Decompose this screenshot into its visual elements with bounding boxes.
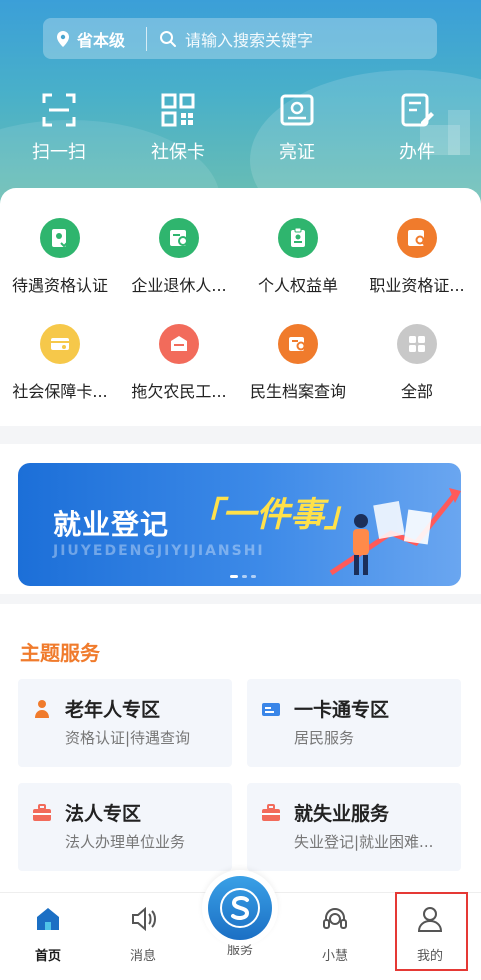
theme-card-legal-person[interactable]: 法人专区 法人办理单位业务 — [18, 783, 232, 871]
search-icon — [160, 30, 176, 47]
location-pin-icon — [57, 30, 69, 47]
service-item[interactable]: 拖欠农民工... — [119, 324, 239, 402]
service-logo-icon — [208, 876, 272, 940]
pagination-dot-active — [230, 575, 238, 578]
service-center-button[interactable] — [202, 870, 278, 946]
briefcase-icon — [262, 804, 280, 821]
theme-card-one-card[interactable]: 一卡通专区 居民服务 — [247, 679, 461, 767]
theme-card-subtitle: 法人办理单位业务 — [65, 833, 186, 851]
section-title: 主题服务 — [20, 641, 100, 665]
banner-section: 就业登记 「一件事」 JIUYEDENGJIYIJIANSHI — [0, 444, 481, 594]
service-item[interactable]: 职业资格证... — [357, 218, 477, 296]
certification-icon — [52, 229, 70, 248]
search-placeholder: 请输入搜索关键字 — [185, 30, 314, 50]
service-label: 拖欠农民工... — [131, 382, 227, 401]
quick-action-label: 亮证 — [279, 142, 315, 163]
card-icon — [51, 338, 69, 350]
service-item[interactable]: 个人权益单 — [238, 218, 358, 296]
service-label: 民生档案查询 — [249, 382, 346, 401]
theme-card-title: 法人专区 — [65, 803, 142, 825]
service-item[interactable]: 社会保障卡... — [0, 324, 120, 402]
quick-action-handle-case[interactable]: 办件 — [377, 92, 457, 164]
theme-services: 主题服务 老年人专区 资格认证|待遇查询 一卡通专区 居民服务 法人专区 法人办… — [0, 604, 481, 904]
qr-code-icon — [161, 93, 195, 127]
banner-subtitle: JIUYEDENGJIYIJIANSHI — [53, 543, 265, 559]
card-icon — [262, 703, 280, 716]
promo-banner[interactable]: 就业登记 「一件事」 JIUYEDENGJIYIJIANSHI — [18, 463, 461, 586]
tab-label: 小慧 — [321, 949, 348, 964]
location-label: 省本级 — [77, 30, 126, 50]
search-input[interactable]: 请输入搜索关键字 — [159, 27, 313, 51]
service-label: 个人权益单 — [257, 276, 338, 295]
service-label: 职业资格证... — [369, 276, 465, 295]
tab-messages[interactable]: 消息 — [113, 905, 173, 964]
quick-action-scan[interactable]: 扫一扫 — [19, 92, 99, 164]
search-bar[interactable]: 省本级 请输入搜索关键字 — [43, 18, 437, 59]
service-label: 待遇资格认证 — [11, 276, 108, 295]
selection-highlight — [395, 892, 468, 971]
pagination-dot — [251, 575, 256, 578]
theme-card-employment[interactable]: 就失业服务 失业登记|就业困难... — [247, 783, 461, 871]
tab-xiaohui[interactable]: 小慧 — [305, 905, 365, 964]
quick-action-show-certificate[interactable]: 亮证 — [257, 92, 337, 164]
elderly-icon — [35, 700, 49, 718]
archive-search-icon — [289, 337, 306, 351]
briefcase-icon — [33, 804, 51, 821]
service-item-all[interactable]: 全部 — [357, 324, 477, 402]
tab-home[interactable]: 首页 — [18, 905, 78, 964]
quick-action-social-card[interactable]: 社保卡 — [138, 92, 218, 164]
theme-card-elderly[interactable]: 老年人专区 资格认证|待遇查询 — [18, 679, 232, 767]
theme-card-subtitle: 居民服务 — [294, 729, 355, 747]
service-icon-bg — [278, 218, 318, 258]
service-item[interactable]: 企业退休人... — [119, 218, 239, 296]
service-icon-bg — [397, 218, 437, 258]
banner-pagination — [230, 575, 256, 578]
headset-icon — [323, 908, 347, 929]
retiree-icon — [170, 230, 188, 246]
banner-illustration — [329, 488, 461, 576]
quick-action-label: 扫一扫 — [32, 142, 86, 163]
header-hero: 省本级 请输入搜索关键字 扫一扫 社保卡 亮证 办件 — [0, 0, 481, 210]
theme-card-title: 老年人专区 — [65, 699, 161, 721]
location-selector[interactable]: 省本级 — [43, 27, 146, 51]
speaker-icon — [132, 906, 156, 932]
service-icon-bg — [159, 218, 199, 258]
license-search-icon — [408, 230, 426, 246]
service-icon-bg — [159, 324, 199, 364]
certificate-icon — [280, 94, 314, 126]
service-label: 社会保障卡... — [12, 382, 108, 401]
tab-label: 消息 — [129, 949, 156, 964]
service-label: 企业退休人... — [131, 276, 227, 295]
pagination-dot — [242, 575, 247, 578]
theme-card-subtitle: 失业登记|就业困难... — [294, 833, 434, 851]
tab-label: 首页 — [34, 949, 61, 964]
service-icon-bg — [397, 324, 437, 364]
service-item[interactable]: 民生档案查询 — [238, 324, 358, 402]
theme-card-subtitle: 资格认证|待遇查询 — [65, 729, 191, 747]
banner-title: 就业登记 — [53, 508, 170, 541]
complaint-box-icon — [171, 336, 187, 351]
edit-document-icon — [401, 93, 434, 127]
service-item[interactable]: 待遇资格认证 — [0, 218, 120, 296]
service-icon-bg — [40, 324, 80, 364]
scan-icon — [42, 93, 76, 127]
service-icon-bg — [278, 324, 318, 364]
quick-action-label: 办件 — [399, 142, 435, 163]
service-grid: 待遇资格认证 企业退休人... 个人权益单 职业资格证... 社会保障卡... … — [0, 188, 481, 426]
clipboard-icon — [291, 227, 305, 247]
service-logo-mark — [220, 888, 260, 928]
theme-card-title: 一卡通专区 — [294, 699, 390, 721]
theme-card-title: 就失业服务 — [294, 803, 390, 825]
grid-icon — [409, 336, 425, 352]
quick-action-label: 社保卡 — [151, 142, 205, 163]
service-icon-bg — [40, 218, 80, 258]
home-icon — [37, 908, 59, 930]
service-label: 全部 — [400, 382, 433, 401]
search-divider — [146, 26, 147, 51]
